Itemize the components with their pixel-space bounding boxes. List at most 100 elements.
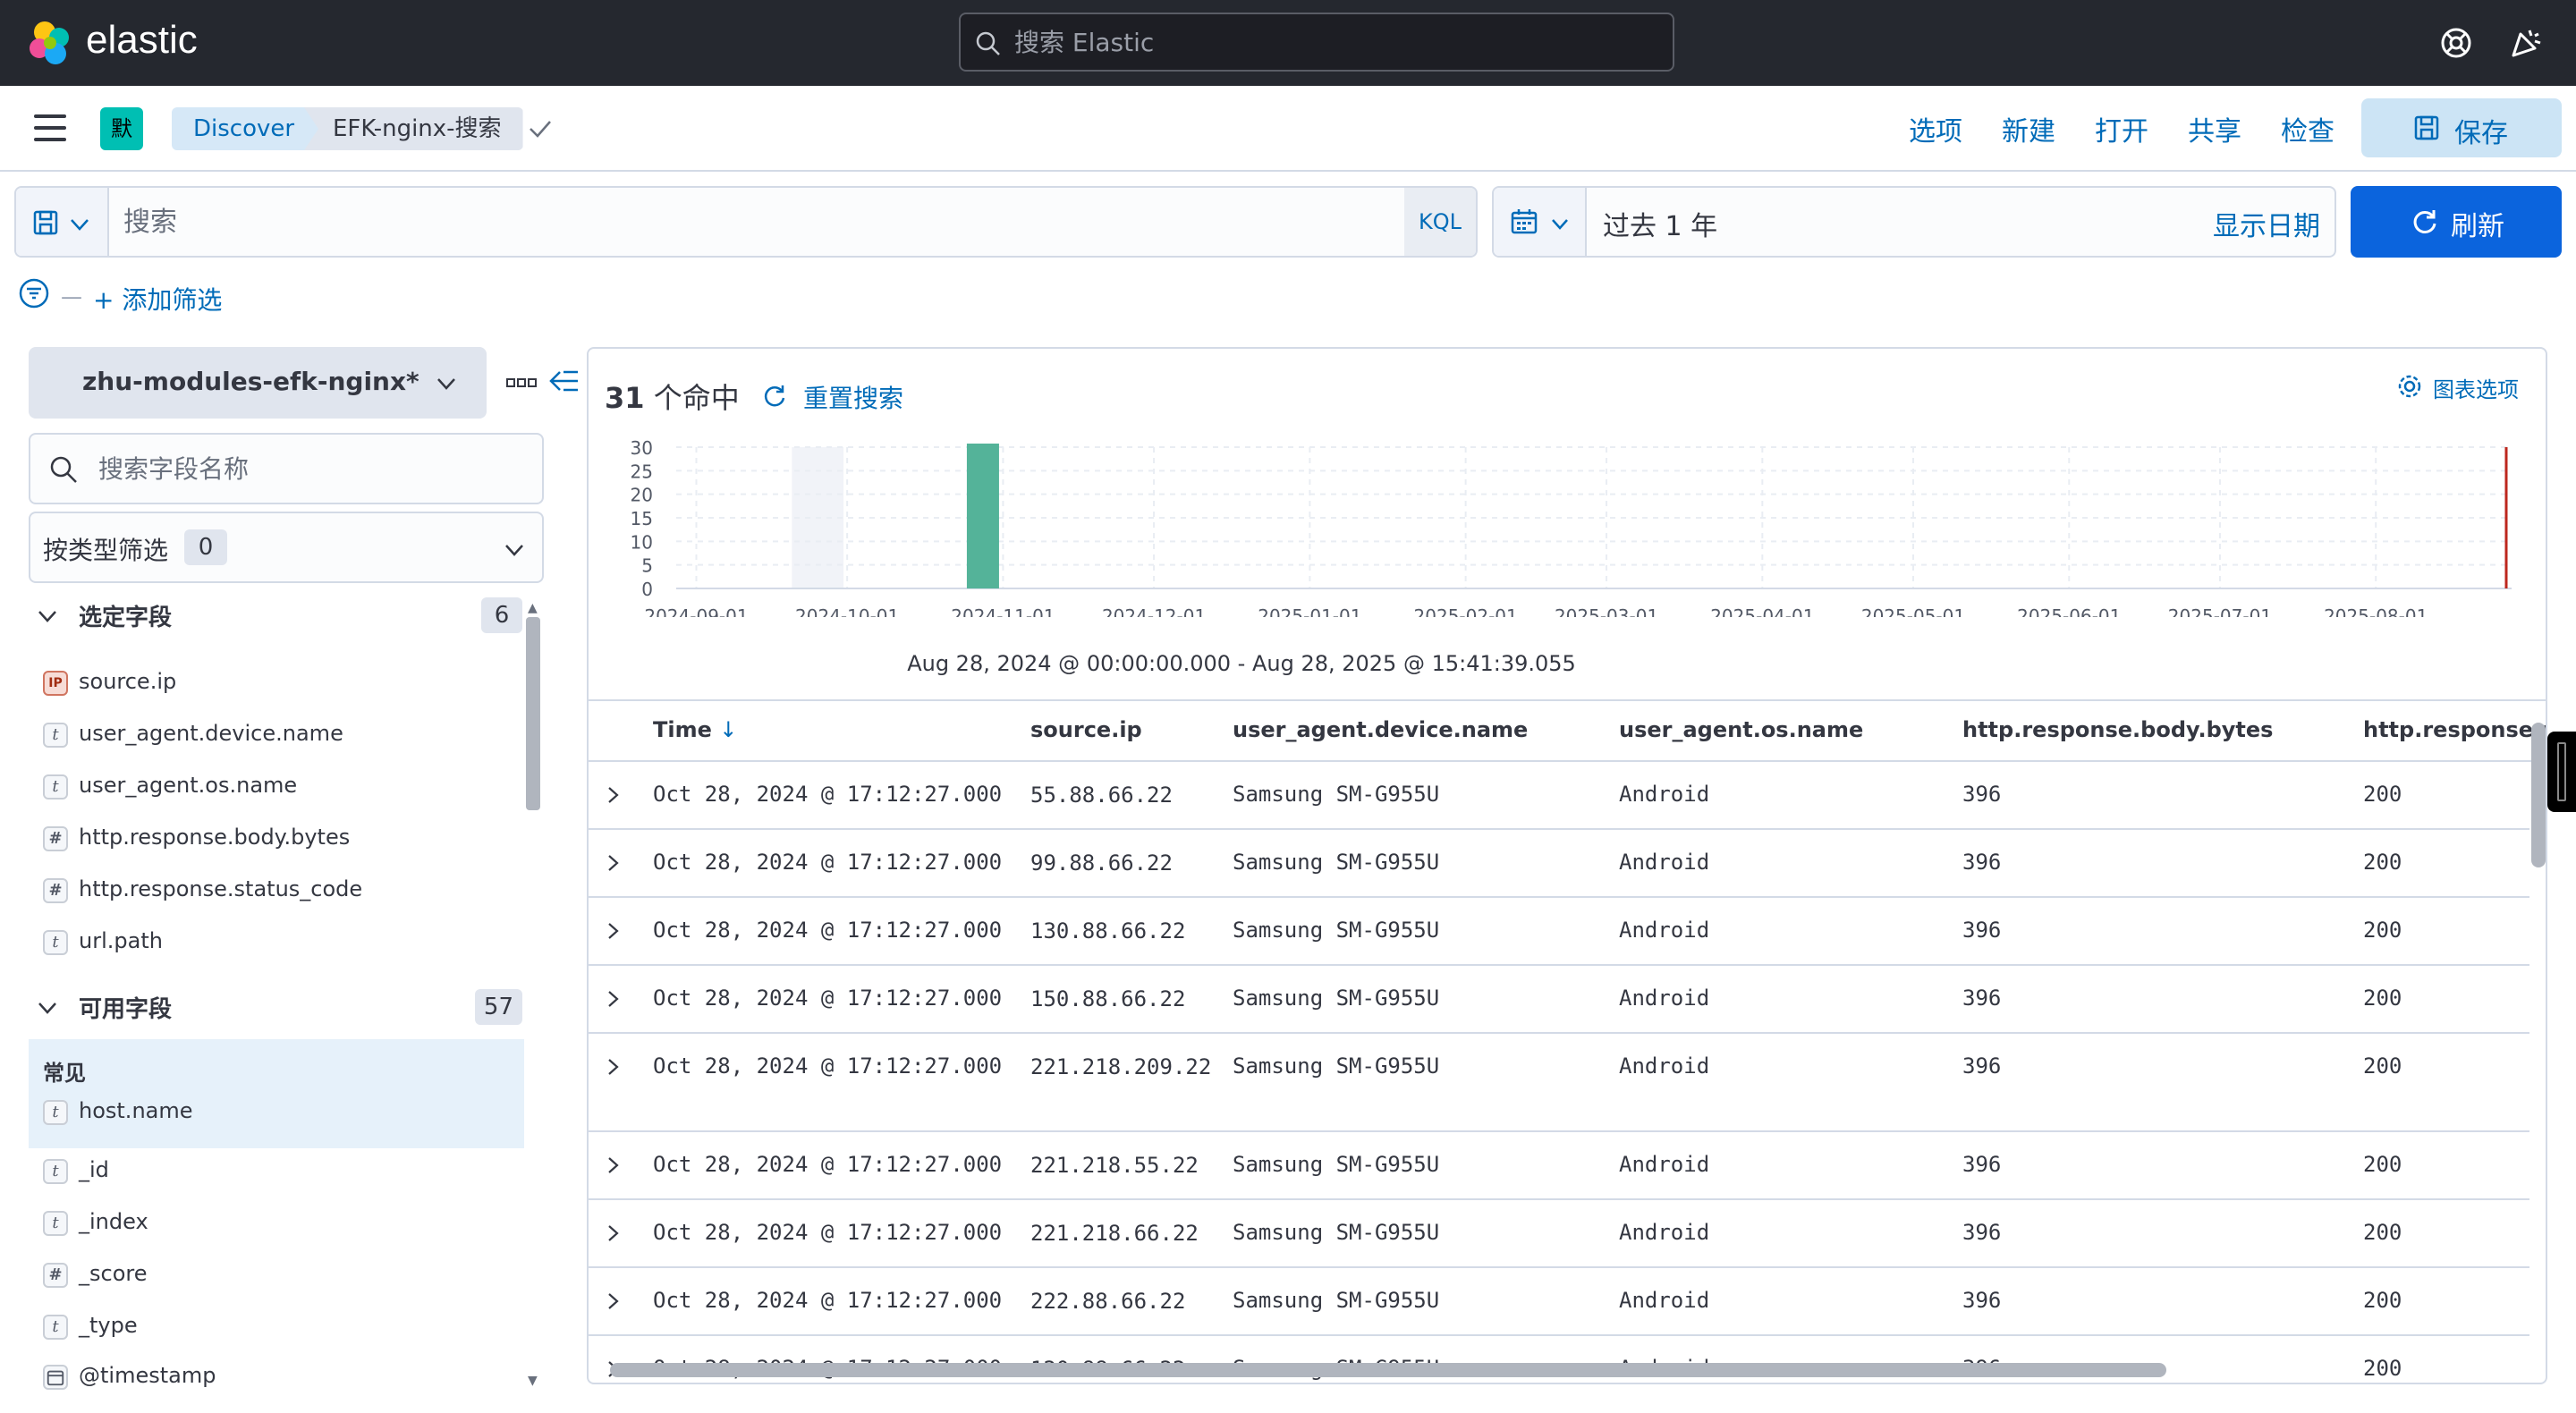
space-avatar[interactable]: 默 (100, 107, 143, 150)
table-cell: Android (1619, 1288, 1710, 1313)
chevron-right-icon[interactable] (603, 921, 623, 941)
field-search-input[interactable] (98, 449, 528, 488)
table-vertical-scrollbar[interactable] (2531, 723, 2546, 867)
chevron-right-icon[interactable] (603, 1155, 623, 1175)
quick-date-menu[interactable] (1494, 188, 1587, 256)
menu-toggle-button[interactable] (34, 114, 66, 141)
table-row[interactable]: Oct 28, 2024 @ 17:12:27.000 99.88.66.22 Sa… (589, 830, 2529, 898)
query-language-switcher[interactable]: KQL (1404, 188, 1476, 256)
column-header-body-bytes[interactable]: http.response.body.bytes (1962, 717, 2273, 742)
scroll-down-arrow[interactable]: ▼ (528, 1374, 538, 1388)
table-cell: 221.218.55.22 (1030, 1153, 1199, 1178)
chart-options-label: 图表选项 (2433, 377, 2519, 402)
breadcrumb-discover[interactable]: Discover (172, 107, 328, 150)
index-pattern-selector[interactable]: zhu-modules-efk-nginx* (29, 347, 487, 419)
field-name: _score (79, 1261, 148, 1286)
table-cell: 396 (1962, 782, 2002, 807)
table-cell: Oct 28, 2024 @ 17:12:27.000 (653, 782, 1003, 807)
table-cell: 200 (2363, 1053, 2402, 1079)
table-row[interactable]: Oct 28, 2024 @ 17:12:27.000 221.218.66.22… (589, 1200, 2529, 1268)
reset-search-label: 重置搜索 (803, 384, 904, 413)
field-name: source.ip (79, 669, 177, 694)
chevron-right-icon[interactable] (603, 1291, 623, 1311)
y-tick-label: 25 (631, 461, 653, 482)
date-range-value[interactable]: 过去 1 年 (1603, 204, 1717, 243)
x-tick-label: 2025-08-01 (2324, 605, 2428, 617)
document-table: Time ↓ source.ip user_agent.device.name … (589, 699, 2546, 1383)
query-input[interactable] (123, 200, 1394, 243)
column-header-status-code[interactable]: http.response.s (2363, 717, 2546, 742)
calendar-icon (43, 1365, 68, 1390)
type-filter-dropdown[interactable]: 按类型筛选 0 (29, 512, 544, 583)
histogram-chart[interactable]: 05101520 2530 2024-09-01 2024-10-01 2024-11-… (589, 438, 2547, 617)
table-row[interactable]: Oct 28, 2024 @ 17:12:27.000 221.218.55.22… (589, 1132, 2529, 1200)
table-row[interactable]: Oct 28, 2024 @ 17:12:27.000 130.88.66.22 S… (589, 898, 2529, 966)
chevron-right-icon[interactable] (603, 989, 623, 1009)
help-icon[interactable] (2438, 25, 2474, 61)
global-search-input[interactable] (1014, 20, 1658, 64)
table-cell: 200 (2363, 986, 2402, 1011)
available-fields-header[interactable]: 可用字段 57 (36, 989, 522, 1025)
save-button[interactable]: 保存 (2361, 98, 2562, 157)
column-header-source-ip[interactable]: source.ip (1030, 717, 1142, 742)
share-link[interactable]: 共享 (2188, 109, 2241, 148)
brand-name[interactable]: elastic (86, 18, 198, 63)
chevron-right-icon[interactable] (603, 1057, 623, 1077)
date-picker: 过去 1 年 显示日期 (1492, 186, 2336, 258)
field-name: http.response.status_code (79, 876, 363, 901)
field-name: user_agent.os.name (79, 773, 298, 798)
hits-label: 个命中 (653, 381, 740, 415)
collapse-sidebar-icon[interactable] (549, 368, 580, 395)
scroll-up-arrow[interactable]: ▲ (528, 601, 538, 615)
column-header-device-name[interactable]: user_agent.device.name (1233, 717, 1528, 742)
inspect-link[interactable]: 检查 (2281, 109, 2334, 148)
field-type-icon: # (43, 1263, 68, 1288)
selected-fields-header[interactable]: 选定字段 6 (36, 597, 522, 633)
resize-handle[interactable] (2547, 732, 2576, 812)
table-cell: Oct 28, 2024 @ 17:12:27.000 (653, 918, 1003, 943)
table-cell: 200 (2363, 1152, 2402, 1177)
sidebar-scrollbar[interactable] (526, 617, 540, 810)
chart-options-button[interactable]: 图表选项 (2398, 372, 2519, 403)
open-link[interactable]: 打开 (2095, 109, 2148, 148)
table-row[interactable]: Oct 28, 2024 @ 17:12:27.000 222.88.66.22 S… (589, 1268, 2529, 1336)
y-tick-label: 5 (641, 555, 653, 577)
new-link[interactable]: 新建 (2002, 109, 2055, 148)
field-type-icon: IP (43, 671, 68, 696)
field-type-icon: t (43, 723, 68, 748)
options-link[interactable]: 选项 (1909, 109, 1962, 148)
refresh-button[interactable]: 刷新 (2351, 186, 2562, 258)
field-type-icon: # (43, 826, 68, 851)
y-tick-label: 15 (631, 508, 653, 529)
column-header-os-name[interactable]: user_agent.os.name (1619, 717, 1863, 742)
table-cell: 99.88.66.22 (1030, 850, 1173, 876)
field-name: _type (79, 1313, 138, 1338)
saved-query-menu[interactable] (16, 188, 109, 256)
table-cell: Android (1619, 1220, 1710, 1245)
hits-counter: 31 个命中 (605, 376, 740, 417)
table-row[interactable]: Oct 28, 2024 @ 17:12:27.000 55.88.66.22 Sa… (589, 762, 2529, 830)
add-filter-button[interactable]: + 添加筛选 (93, 281, 222, 317)
global-search[interactable] (959, 13, 1674, 72)
more-options-icon[interactable] (506, 376, 537, 390)
chevron-right-icon[interactable] (603, 1223, 623, 1243)
table-row[interactable]: Oct 28, 2024 @ 17:12:27.000 150.88.66.22 S… (589, 966, 2529, 1034)
filter-separator: — (61, 284, 82, 309)
check-icon[interactable] (526, 114, 555, 143)
table-horizontal-scrollbar[interactable] (610, 1363, 2166, 1377)
show-dates-link[interactable]: 显示日期 (2213, 204, 2320, 243)
chevron-right-icon[interactable] (603, 785, 623, 805)
table-cell: Samsung SM-G955U (1233, 1288, 1440, 1313)
filter-icon[interactable] (18, 277, 50, 309)
column-header-time[interactable]: Time ↓ (653, 717, 737, 742)
chevron-right-icon[interactable] (603, 853, 623, 873)
field-type-icon: t (43, 930, 68, 955)
elastic-logo-icon[interactable] (27, 20, 73, 66)
table-cell: Oct 28, 2024 @ 17:12:27.000 (653, 1220, 1003, 1245)
table-row[interactable]: Oct 28, 2024 @ 17:12:27.000 221.218.209.2… (589, 1034, 2529, 1132)
sort-desc-icon[interactable]: ↓ (719, 717, 737, 742)
field-name: http.response.body.bytes (79, 825, 351, 850)
x-tick-label: 2024-11-01 (951, 605, 1055, 617)
newsfeed-icon[interactable] (2508, 25, 2544, 61)
field-search[interactable] (29, 433, 544, 504)
